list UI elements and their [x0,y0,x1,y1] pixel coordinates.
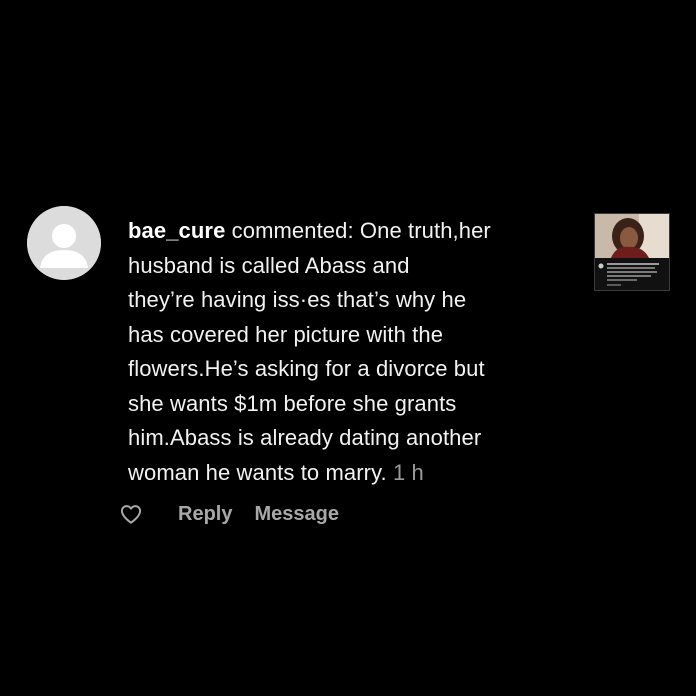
comment-line-7: him.Abass is already dating another [128,425,482,450]
comment-text: bae_cure commented: One truth,her husban… [128,214,568,490]
comment-timestamp: 1 h [392,459,424,485]
default-profile-icon [27,206,101,280]
post-thumbnail[interactable] [594,213,670,291]
message-button[interactable]: Message [254,503,339,526]
comment-line-2: husband is called Abass and [128,252,410,278]
comment-action-text: commented: [231,218,354,243]
comment-username[interactable]: bae_cure [128,218,225,243]
comment-line-5: flowers.He’s asking for a divorce but [128,356,485,381]
comment-line-4: has covered her picture with the [128,321,444,347]
comment-line-1: One truth,her [359,218,491,243]
reply-button[interactable]: Reply [178,503,232,526]
comment-notification-screen: bae_cure commented: One truth,her husban… [0,0,696,696]
comment-line-8: woman he wants to marry. [128,459,387,485]
comment-actions: Reply Message [120,498,339,530]
avatar[interactable] [27,206,101,280]
post-thumbnail-image [595,214,669,290]
heart-outline-icon[interactable] [120,504,142,524]
comment-line-6: she wants $1m before she grants [128,390,457,416]
comment-line-3: they’re having iss·es that’s why he [128,287,467,312]
